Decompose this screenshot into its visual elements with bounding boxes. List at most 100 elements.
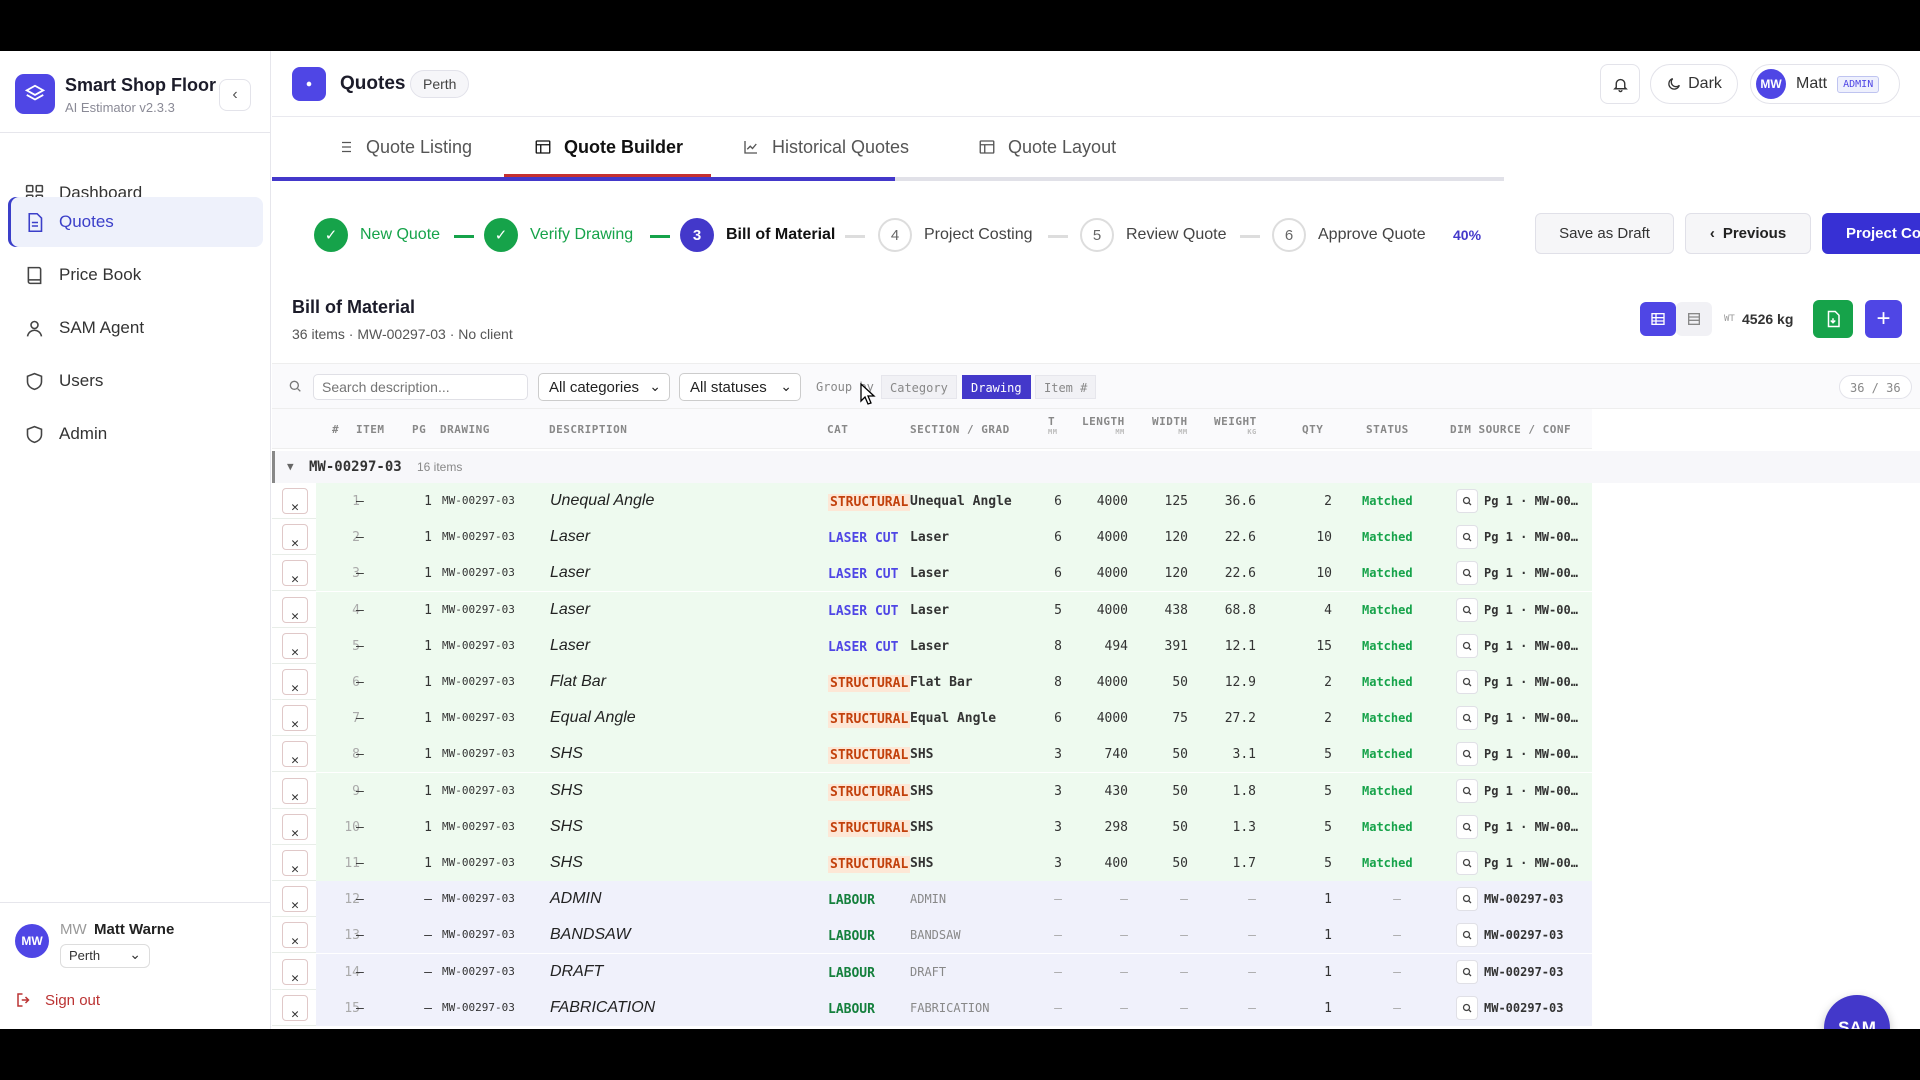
delete-row-button[interactable]: ✕ bbox=[282, 922, 308, 949]
cell-status: Matched bbox=[1362, 783, 1413, 798]
search-source-button[interactable] bbox=[1456, 959, 1478, 984]
next-step-button[interactable]: Project Co bbox=[1822, 213, 1920, 254]
step-review-quote[interactable]: 5 Review Quote bbox=[1080, 218, 1227, 252]
step-new-quote[interactable]: ✓ New Quote bbox=[314, 218, 440, 252]
cell-length: 4000 bbox=[1096, 530, 1128, 546]
table-row[interactable]: ✕ 13— — MW-00297-03 BANDSAW LABOUR BANDSAW — — — —… bbox=[272, 917, 1592, 954]
sidebar-item-admin[interactable]: Admin bbox=[8, 409, 263, 459]
sidebar-item-price-book[interactable]: Price Book bbox=[8, 250, 263, 300]
category-badge: LABOUR bbox=[828, 1001, 875, 1017]
step-approve-quote[interactable]: 6 Approve Quote bbox=[1272, 218, 1426, 252]
chevron-down-icon: ⌄ bbox=[780, 378, 792, 394]
delete-row-button[interactable]: ✕ bbox=[282, 669, 308, 696]
table-row[interactable]: ✕ 6—1 MW-00297-03 Flat Bar STRUCTURAL Flat Ba… bbox=[272, 664, 1592, 700]
list-view-button[interactable] bbox=[1676, 302, 1712, 336]
search-source-button[interactable] bbox=[1456, 995, 1478, 1020]
delete-row-button[interactable]: ✕ bbox=[282, 850, 308, 877]
previous-button[interactable]: ‹ Previous bbox=[1685, 213, 1811, 254]
table-row[interactable]: ✕ 14— — MW-00297-03 DRAFT LABOUR DRAFT — — — —1— MW… bbox=[272, 953, 1592, 990]
sign-out-button[interactable]: Sign out bbox=[15, 991, 100, 1009]
export-button[interactable] bbox=[1813, 300, 1853, 338]
search-source-button[interactable] bbox=[1456, 489, 1478, 513]
group-by-item[interactable]: Item # bbox=[1035, 375, 1097, 399]
delete-row-button[interactable]: ✕ bbox=[282, 958, 308, 986]
table-row[interactable]: ✕ 9—1 MW-00297-03 SHS STRUCTURAL SHS 3 430 50 1.8… bbox=[272, 772, 1592, 809]
step-project-costing[interactable]: 4 Project Costing bbox=[878, 218, 1033, 252]
cell-qty: 5 bbox=[1324, 747, 1332, 763]
group-by-drawing[interactable]: Drawing bbox=[962, 375, 1031, 399]
save-draft-button[interactable]: Save as Draft bbox=[1535, 213, 1674, 254]
search-source-button[interactable] bbox=[1456, 706, 1478, 731]
delete-row-button[interactable]: ✕ bbox=[282, 632, 308, 660]
location-select[interactable]: Perth ⌄ bbox=[60, 944, 150, 968]
table-row[interactable]: ✕ 3— 1 MW-00297-03 Laser LASER CUT Laser 6 4000 1… bbox=[272, 555, 1592, 592]
cell-width: 125 bbox=[1164, 494, 1188, 509]
search-source-button[interactable] bbox=[1456, 525, 1478, 550]
collapse-sidebar-button[interactable]: ‹ bbox=[219, 79, 251, 111]
sidebar-item-users[interactable]: Users bbox=[8, 356, 263, 406]
tab-quote-listing[interactable]: Quote Listing bbox=[336, 118, 472, 176]
search-source-button[interactable] bbox=[1456, 670, 1478, 694]
group-row[interactable]: ▼ MW-00297-03 16 items bbox=[272, 451, 1920, 483]
tab-quote-builder[interactable]: Quote Builder bbox=[534, 118, 683, 176]
table-row[interactable]: ✕ 5— 1 MW-00297-03 Laser LASER CUT Laser 8 494 39… bbox=[272, 627, 1592, 664]
table-row[interactable]: ✕ 7—1 MW-00297-03 Equal Angle STRUCTURAL Equa… bbox=[272, 700, 1592, 737]
cell-item: — bbox=[356, 819, 364, 835]
category-filter-select[interactable]: All categories ⌄ bbox=[538, 373, 670, 401]
delete-row-button[interactable]: ✕ bbox=[282, 994, 308, 1022]
user-menu-button[interactable]: MW Matt ADMIN bbox=[1750, 64, 1900, 104]
delete-row-button[interactable]: ✕ bbox=[282, 741, 308, 768]
cell-qty: 1 bbox=[1324, 964, 1332, 980]
tab-historical-quotes[interactable]: Historical Quotes bbox=[742, 118, 909, 176]
search-source-button[interactable] bbox=[1456, 742, 1478, 767]
search-source-button[interactable] bbox=[1456, 778, 1478, 803]
delete-row-button[interactable]: ✕ bbox=[282, 488, 308, 515]
cell-cat: STRUCTURAL bbox=[828, 711, 911, 729]
cell-cat: STRUCTURAL bbox=[828, 856, 911, 873]
delete-row-button[interactable]: ✕ bbox=[282, 886, 308, 913]
delete-row-button[interactable]: ✕ bbox=[282, 777, 308, 805]
table-row[interactable]: ✕ 12— — MW-00297-03 ADMIN LABOUR ADMIN — — — —1— MW… bbox=[272, 881, 1592, 918]
search-source-button[interactable] bbox=[1456, 887, 1478, 912]
step-label: Approve Quote bbox=[1318, 226, 1426, 243]
search-source-button[interactable] bbox=[1456, 814, 1478, 839]
delete-row-button[interactable]: ✕ bbox=[282, 813, 308, 841]
cell-drawing: MW-00297-03 bbox=[442, 1000, 515, 1014]
search-source-button[interactable] bbox=[1456, 633, 1478, 658]
table-row[interactable]: ✕ 4—1 MW-00297-03 Laser LASER CUT Laser 5 4000 4… bbox=[272, 591, 1592, 628]
table-row[interactable]: ✕ 8—1 MW-00297-03 SHS STRUCTURAL SHS 3 740 50 3.1… bbox=[272, 736, 1592, 773]
status-filter-select[interactable]: All statuses ⌄ bbox=[679, 373, 801, 401]
previous-label: Previous bbox=[1722, 225, 1787, 242]
sidebar-item-quotes[interactable]: Quotes bbox=[8, 197, 263, 247]
delete-row-button[interactable]: ✕ bbox=[282, 705, 308, 732]
notifications-button[interactable] bbox=[1600, 64, 1640, 104]
delete-row-button[interactable]: ✕ bbox=[282, 596, 308, 624]
step-label: Bill of Material bbox=[726, 226, 836, 243]
add-item-button[interactable]: + bbox=[1865, 300, 1902, 338]
group-by-category[interactable]: Category bbox=[881, 375, 957, 399]
step-bill-of-material[interactable]: 3 Bill of Material bbox=[680, 218, 835, 252]
table-row[interactable]: ✕ 11—1 MW-00297-03 SHS STRUCTURAL SHS 3 400 50 1.… bbox=[272, 845, 1592, 881]
search-source-button[interactable] bbox=[1456, 597, 1478, 622]
cell-t: — bbox=[1054, 1000, 1062, 1016]
search-source-button[interactable] bbox=[1456, 923, 1478, 948]
delete-row-button[interactable]: ✕ bbox=[282, 524, 308, 551]
cell-cat: LASER CUT bbox=[828, 531, 908, 546]
sidebar-item-sam-agent[interactable]: SAM Agent bbox=[8, 303, 263, 353]
theme-toggle-button[interactable]: Dark bbox=[1650, 64, 1738, 104]
table-row[interactable]: ✕ 2— 1 MW-00297-03 Laser LASER CUT Laser 6 4000 1… bbox=[272, 519, 1592, 556]
table-view-button[interactable] bbox=[1640, 302, 1676, 336]
search-source-button[interactable] bbox=[1456, 851, 1478, 875]
table-row[interactable]: ✕ 15— — MW-00297-03 FABRICATION LABOUR FABRICA… bbox=[272, 989, 1592, 1026]
cell-cat: LASER CUT bbox=[828, 567, 908, 582]
cell-cat: STRUCTURAL bbox=[828, 494, 911, 511]
theme-label: Dark bbox=[1688, 75, 1722, 92]
step-verify-drawing[interactable]: ✓ Verify Drawing bbox=[484, 218, 633, 252]
delete-row-button[interactable]: ✕ bbox=[282, 560, 308, 587]
table-row[interactable]: ✕ 10—1 MW-00297-03 SHS STRUCTURAL SHS 3 298 50 1.… bbox=[272, 808, 1592, 845]
search-input[interactable] bbox=[313, 374, 528, 400]
tab-quote-layout[interactable]: Quote Layout bbox=[978, 118, 1116, 176]
search-source-button[interactable] bbox=[1456, 561, 1478, 586]
cell-width: 120 bbox=[1164, 530, 1188, 546]
table-row[interactable]: ✕ 1—1 MW-00297-03 Unequal Angle STRUCTURAL Un… bbox=[272, 483, 1592, 519]
